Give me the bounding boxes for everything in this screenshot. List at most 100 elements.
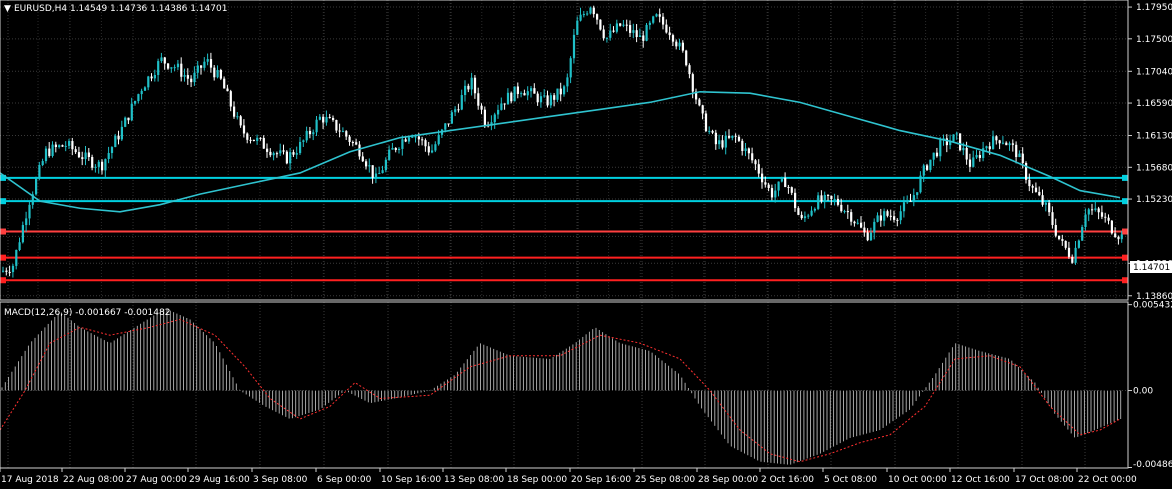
candle-body (84, 152, 87, 160)
candle-body (711, 130, 714, 133)
level-handle (0, 198, 6, 205)
candle-body (124, 117, 127, 127)
candle-body (427, 146, 430, 153)
candle-body (87, 152, 90, 157)
candle-body (506, 92, 510, 105)
candle-body (883, 211, 886, 221)
candle-body (332, 117, 335, 121)
candle-body (912, 195, 915, 202)
candle-body (1094, 208, 1097, 210)
candle-body (236, 116, 239, 118)
candle-body (150, 76, 153, 79)
candle-body (688, 65, 691, 75)
candle-body (1011, 143, 1014, 145)
candle-body (180, 63, 183, 77)
candle-body (1117, 236, 1120, 240)
candle-body (1084, 214, 1087, 227)
chart-canvas[interactable]: ▼ EURUSD,H4 1.14549 1.14736 1.14386 1.14… (0, 0, 1172, 489)
candle-body (843, 211, 846, 213)
candle-body (1015, 144, 1018, 158)
candle-body (464, 85, 467, 96)
candle-body (262, 137, 265, 149)
candle-body (252, 139, 255, 141)
time-tick-label: 10 Sep 16:00 (381, 475, 441, 485)
candle-body (249, 139, 252, 141)
time-tick-label: 18 Sep 00:00 (507, 475, 567, 485)
candle-body (384, 159, 387, 171)
candle-body (896, 219, 899, 221)
candle-body (417, 136, 420, 140)
candle-body (170, 67, 173, 69)
candle-body (411, 136, 414, 138)
candle-body (820, 195, 823, 202)
candle-body (157, 61, 160, 75)
candle-body (609, 30, 612, 38)
candle-body (520, 93, 523, 95)
candle-body (312, 132, 315, 135)
candle-body (292, 152, 295, 155)
candle-body (279, 150, 282, 154)
candle-body (840, 204, 843, 212)
candle-body (493, 114, 496, 123)
candle-body (935, 152, 939, 157)
candle-body (401, 139, 404, 149)
candle-body (926, 165, 929, 170)
candle-body (899, 211, 902, 221)
candle-body (41, 161, 44, 166)
candle-body (361, 156, 364, 162)
candle-body (193, 72, 196, 83)
candle-body (1100, 212, 1104, 217)
candle-body (1031, 186, 1034, 188)
candle-body (160, 57, 163, 62)
candle-body (691, 74, 694, 92)
candle-body (328, 117, 331, 119)
time-tick-label: 13 Sep 08:00 (444, 475, 504, 485)
time-tick-label: 25 Sep 08:00 (635, 475, 695, 485)
candle-body (988, 146, 991, 150)
candle-body (685, 50, 688, 66)
price-tick-label: 1.17500 (1136, 35, 1172, 45)
candle-body (358, 144, 361, 157)
candle-body (1074, 247, 1077, 263)
candle-body (71, 141, 74, 150)
candle-body (341, 131, 345, 133)
candle-body (167, 63, 170, 69)
candle-body (582, 14, 585, 16)
chart-background (0, 0, 1172, 489)
candle-body (500, 103, 503, 110)
candle-body (368, 165, 371, 167)
candle-body (833, 198, 836, 200)
candle-body (807, 215, 810, 217)
candle-body (242, 125, 246, 134)
candle-body (391, 147, 394, 150)
candle-body (107, 153, 110, 160)
candle-body (978, 155, 981, 158)
candle-body (58, 145, 61, 147)
candle-body (596, 14, 599, 20)
candle-body (497, 109, 500, 115)
candle-body (176, 63, 180, 68)
candle-body (714, 132, 717, 145)
candle-body (846, 211, 849, 213)
candle-body (348, 136, 351, 143)
candle-body (1041, 195, 1044, 205)
candle-body (1107, 217, 1110, 221)
candle-body (239, 116, 242, 126)
candle-body (110, 147, 114, 154)
candle-body (318, 116, 321, 120)
time-tick-label: 28 Sep 00:00 (698, 475, 758, 485)
candle-body (655, 14, 658, 17)
candle-body (11, 265, 15, 273)
candle-body (2, 270, 5, 272)
candle-body (15, 249, 18, 266)
candle-body (662, 16, 665, 25)
candle-body (794, 192, 797, 209)
candle-body (945, 138, 948, 146)
candle-body (117, 135, 120, 140)
candle-body (289, 152, 292, 164)
candle-body (206, 59, 209, 62)
candle-body (1061, 239, 1064, 241)
candle-body (282, 150, 285, 152)
candle-body (572, 34, 576, 59)
candle-body (919, 175, 922, 193)
